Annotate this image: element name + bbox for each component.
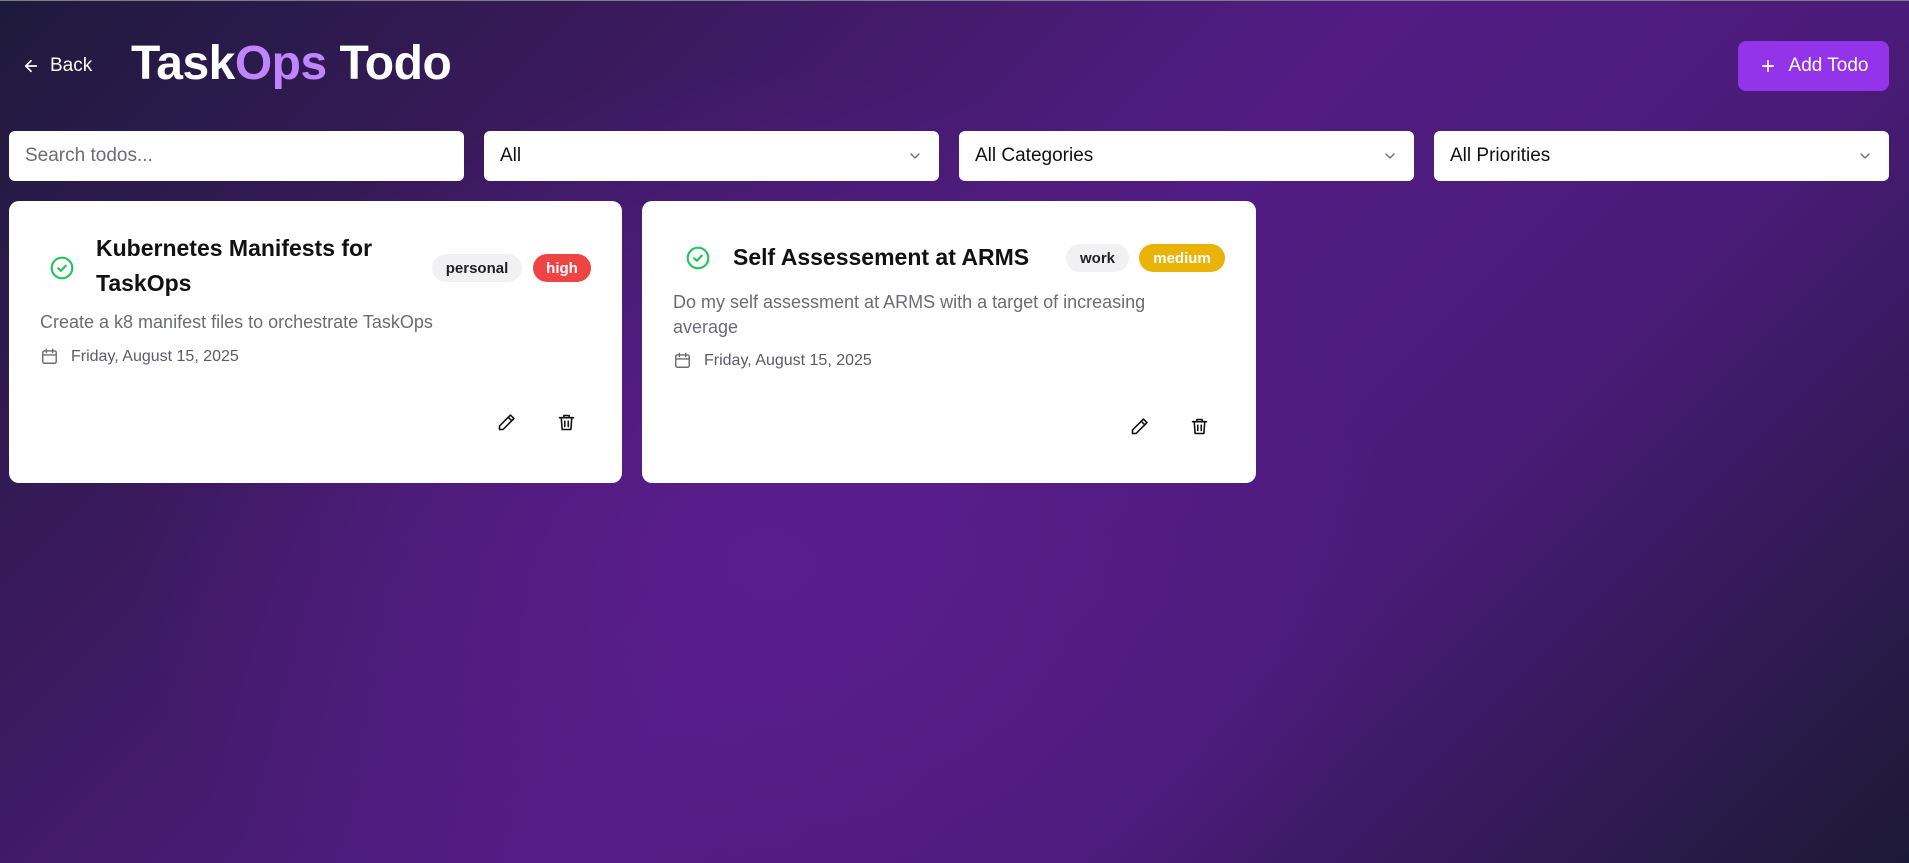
todo-description: Create a k8 manifest files to orchestrat…	[40, 312, 433, 332]
category-badge: work	[1066, 244, 1129, 272]
status-filter-select[interactable]: All	[484, 131, 939, 181]
chevron-down-icon	[1385, 153, 1395, 159]
todo-title: Kubernetes Manifests for TaskOps	[96, 235, 373, 296]
todo-card: Kubernetes Manifests for TaskOps persona…	[9, 201, 622, 483]
priority-badge: high	[533, 254, 591, 282]
trash-icon	[558, 414, 574, 430]
page-title: TaskOps Todo	[131, 36, 452, 91]
calendar-icon	[675, 352, 690, 368]
todo-description: Do my self assessment at ARMS with a tar…	[673, 292, 1146, 337]
calendar-icon	[42, 348, 57, 364]
search-input[interactable]	[25, 145, 448, 167]
delete-button[interactable]	[551, 407, 581, 437]
due-date-text: Friday, August 15, 2025	[704, 351, 872, 369]
plus-icon	[1761, 59, 1774, 73]
back-button[interactable]: Back	[22, 52, 92, 80]
status-filter-value: All	[500, 145, 522, 166]
category-filter-select[interactable]: All Categories	[959, 131, 1414, 181]
pencil-icon	[498, 413, 515, 430]
edit-button[interactable]	[491, 407, 521, 437]
page-header: Back TaskOps Todo Add Todo	[0, 0, 1909, 130]
edit-button[interactable]	[1124, 411, 1154, 441]
category-badge: personal	[432, 254, 522, 282]
category-filter-value: All Categories	[975, 145, 1094, 166]
check-circle-icon[interactable]	[685, 245, 711, 271]
pencil-icon	[1131, 417, 1148, 434]
priority-badge: medium	[1139, 244, 1225, 272]
todo-title: Self Assessement at ARMS	[733, 244, 1030, 270]
priority-filter-select[interactable]: All Priorities	[1434, 131, 1889, 181]
back-label: Back	[50, 55, 93, 76]
title-todo: Todo	[326, 37, 452, 90]
title-ops: Ops	[234, 37, 327, 90]
due-date-text: Friday, August 15, 2025	[71, 347, 239, 365]
priority-filter-value: All Priorities	[1450, 145, 1551, 166]
due-date: Friday, August 15, 2025	[40, 347, 239, 366]
delete-button[interactable]	[1184, 411, 1214, 441]
arrow-left-icon	[24, 59, 38, 73]
check-circle-icon[interactable]	[49, 255, 75, 281]
chevron-down-icon	[1860, 153, 1870, 159]
todo-card: Self Assessement at ARMS work medium Do …	[642, 201, 1256, 483]
add-todo-button[interactable]: Add Todo	[1738, 41, 1889, 91]
chevron-down-icon	[910, 153, 920, 159]
trash-icon	[1191, 418, 1207, 434]
add-todo-label: Add Todo	[1788, 55, 1869, 76]
search-field[interactable]	[9, 131, 464, 181]
title-task: Task	[131, 37, 235, 90]
due-date: Friday, August 15, 2025	[673, 351, 872, 370]
